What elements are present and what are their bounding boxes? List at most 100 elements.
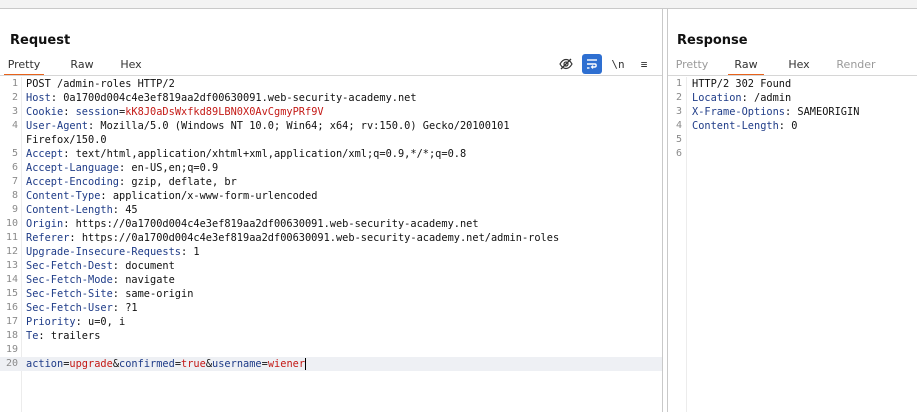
line-number: 5 [11,148,18,159]
response-tab-hex[interactable]: Hex [784,56,814,74]
line-number: 2 [11,92,18,103]
line-content: Sec-Fetch-Dest: document [26,259,175,273]
code-token: : [63,106,76,118]
response-pane: Response Pretty Raw Hex Render 1 HTTP/2 3… [667,9,917,412]
line-number: 14 [5,274,18,285]
line-content: User-Agent: Mozilla/5.0 (Windows NT 10.0… [26,119,510,133]
request-line: 16 Sec-Fetch-User: ?1 [0,301,662,315]
code-token: Priority [26,316,76,328]
line-number: 4 [675,120,682,131]
response-line: 2 Location: /admin [668,91,917,105]
line-content: Accept-Encoding: gzip, deflate, br [26,175,237,189]
code-token: Content-Length [26,204,113,216]
request-line: 18 Te: trailers [0,329,662,343]
newline-toggle-icon[interactable]: \n [608,54,628,74]
line-content: Te: trailers [26,329,100,343]
line-number: 8 [11,190,18,201]
code-token: Firefox/150.0 [26,134,107,146]
response-line: 1 HTTP/2 302 Found [668,77,917,91]
request-line: 6 Accept-Language: en-US,en;q=0.9 [0,161,662,175]
code-token: HTTP/2 302 Found [692,78,792,90]
response-line: 6 [668,147,917,161]
request-tab-pretty[interactable]: Pretty [4,56,44,76]
line-number: 6 [11,162,18,173]
code-token: : [63,218,76,230]
code-token: : [119,176,132,188]
line-number: 9 [11,204,18,215]
line-number: 15 [5,288,18,299]
response-title: Response [677,33,748,48]
code-token: : [50,92,64,104]
code-token: : [75,316,89,328]
code-token: 0a1700d004c4e3ef819aa2df00630091.web-sec… [63,92,417,104]
response-tab-render[interactable]: Render [834,56,878,74]
request-tab-divider [0,75,662,76]
request-line: 13 Sec-Fetch-Dest: document [0,259,662,273]
code-token: https://0a1700d004c4e3ef819aa2df00630091… [81,232,560,244]
request-tab-raw[interactable]: Raw [64,56,100,74]
request-tab-hex[interactable]: Hex [116,56,146,74]
line-number: 12 [5,246,18,257]
line-content: Content-Type: application/x-www-form-url… [26,189,317,203]
code-token: : [69,232,82,244]
response-tab-pretty[interactable]: Pretty [672,56,712,74]
code-token: kK8J0aDsWxfkd89LBN0X0AvCgmyPRf9V [125,106,324,118]
code-token: Accept-Encoding [26,176,119,188]
line-content: Cookie: session=kK8J0aDsWxfkd89LBN0X0AvC… [26,105,324,119]
request-line: 20 action=upgrade&confirmed=true&username… [0,357,662,371]
code-token: u=0, i [88,316,126,328]
line-content: Referer: https://0a1700d004c4e3ef819aa2d… [26,231,559,245]
code-token: https://0a1700d004c4e3ef819aa2df00630091… [75,218,479,230]
code-token: document [125,260,175,272]
code-token: : [88,120,101,132]
code-token: Location [692,92,742,104]
code-token: POST /admin-roles HTTP/2 [26,78,175,90]
response-editor[interactable]: 1 HTTP/2 302 Found 2 Location: /admin 3 X-Fra… [668,77,917,412]
eye-slash-icon[interactable] [556,54,576,74]
response-line: 4 Content-Length: 0 [668,119,917,133]
word-wrap-icon[interactable] [582,54,602,74]
line-content: Location: /admin [692,91,791,105]
request-line: 17 Priority: u=0, i [0,315,662,329]
line-number: 10 [5,218,18,229]
code-token: en-US,en;q=0.9 [131,162,219,174]
code-token: /admin [754,92,792,104]
request-pane: Request Pretty Raw Hex \n ≡ 1 POST /admin… [0,9,663,412]
line-number: 3 [675,106,682,117]
response-tab-raw[interactable]: Raw [728,56,764,76]
code-token: : [38,330,51,342]
line-number: 7 [11,176,18,187]
code-token: upgrade [69,358,113,370]
line-number: 1 [11,78,18,89]
line-number: 18 [5,330,18,341]
line-content: Origin: https://0a1700d004c4e3ef819aa2df… [26,217,479,231]
code-token: same-origin [125,288,194,300]
line-number: 16 [5,302,18,313]
request-editor[interactable]: 1 POST /admin-roles HTTP/2 2 Host: 0a1700d0… [0,77,662,412]
request-tabs: Pretty Raw Hex [4,56,146,76]
code-token: confirmed [119,358,175,370]
request-line: 7 Accept-Encoding: gzip, deflate, br [0,175,662,189]
code-token: gzip, deflate, br [131,176,237,188]
code-token: 1 [193,246,200,258]
code-token: Sec-Fetch-Mode [26,274,113,286]
request-title: Request [10,33,71,48]
code-token: : [100,190,113,202]
request-line: 8 Content-Type: application/x-www-form-ur… [0,189,662,203]
code-token: : [112,288,126,300]
line-number: 5 [675,134,682,145]
menu-icon[interactable]: ≡ [634,54,654,74]
code-token: Sec-Fetch-Dest [26,260,113,272]
code-token: ?1 [125,302,138,314]
line-number: 13 [5,260,18,271]
response-line: 5 [668,133,917,147]
code-token: SAMEORIGIN [797,106,860,118]
code-token: wiener [267,358,306,370]
line-content: Upgrade-Insecure-Requests: 1 [26,245,200,259]
line-number: 4 [11,120,18,131]
code-token: Content-Length [692,120,779,132]
line-content: POST /admin-roles HTTP/2 [26,77,175,91]
code-token: 45 [125,204,138,216]
code-token: Accept [26,148,64,160]
response-tab-divider [668,75,917,76]
